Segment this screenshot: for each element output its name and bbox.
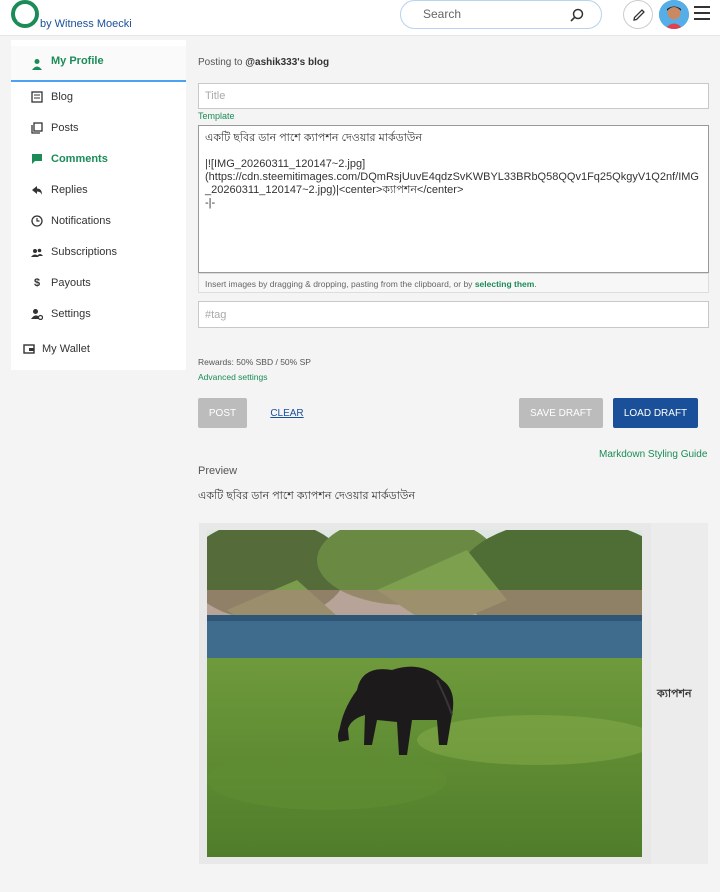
sidebar-item-comments[interactable]: Comments	[11, 144, 186, 174]
sidebar-item-label: Settings	[51, 308, 91, 320]
template-label[interactable]: Template	[198, 111, 235, 121]
sidebar-item-replies[interactable]: Replies	[11, 175, 186, 205]
hamburger-menu-icon[interactable]	[694, 6, 710, 20]
sidebar-item-label: My Profile	[51, 55, 104, 67]
sidebar-item-payouts[interactable]: $ Payouts	[11, 268, 186, 298]
preview-image[interactable]	[207, 530, 642, 857]
posts-icon	[31, 122, 43, 134]
title-input[interactable]	[198, 83, 709, 109]
people-icon	[31, 246, 43, 258]
sidebar-item-blog[interactable]: Blog	[11, 82, 186, 112]
posting-target: @ashik333's blog	[245, 57, 330, 68]
user-avatar[interactable]	[659, 0, 689, 29]
witness-byline[interactable]: by Witness Moecki	[40, 18, 132, 30]
top-header: by Witness Moecki	[0, 0, 720, 36]
preview-heading: একটি ছবির ডান পাশে ক্যাপশন দেওয়ার মার্ক…	[198, 490, 416, 502]
sidebar-item-label: Payouts	[51, 277, 91, 289]
preview-caption-cell: ক্যাপশন	[651, 523, 708, 864]
tags-input[interactable]	[198, 301, 709, 328]
posting-prefix: Posting to	[198, 57, 243, 68]
profile-sidebar: My Profile Blog Posts Comments Replies N…	[11, 40, 186, 370]
sidebar-item-settings[interactable]: Settings	[11, 299, 186, 329]
image-dropzone[interactable]: Insert images by dragging & dropping, pa…	[198, 273, 709, 293]
person-icon	[31, 58, 43, 70]
search-input[interactable]	[423, 7, 563, 21]
reply-icon	[31, 184, 43, 196]
sidebar-item-my-profile[interactable]: My Profile	[11, 46, 186, 82]
comment-icon	[31, 153, 43, 165]
post-body-textarea[interactable]: একটি ছবির ডান পাশে ক্যাপশন দেওয়ার মার্ক…	[198, 125, 709, 273]
sidebar-item-label: Notifications	[51, 215, 111, 227]
sidebar-item-label: Blog	[51, 91, 74, 103]
steemit-logo-icon[interactable]	[10, 0, 40, 30]
preview-table: ক্যাপশন	[199, 523, 708, 864]
preview-label: Preview	[198, 465, 238, 477]
load-draft-button[interactable]: Load Draft	[613, 398, 698, 428]
advanced-settings-link[interactable]: Advanced settings	[198, 372, 267, 382]
clock-icon	[31, 215, 43, 227]
markdown-guide-link[interactable]: Markdown Styling Guide	[599, 449, 707, 460]
preview-caption: ক্যাপশন	[657, 688, 692, 700]
submit-post-button[interactable]	[623, 0, 653, 29]
sidebar-item-my-wallet[interactable]: My Wallet	[11, 334, 186, 364]
rewards-info: Rewards: 50% SBD / 50% SP	[198, 357, 311, 367]
sidebar-item-label: Posts	[51, 122, 79, 134]
post-button[interactable]: Post	[198, 398, 247, 428]
posting-to-line: Posting to @ashik333's blog	[198, 57, 329, 68]
sidebar-item-label: Replies	[51, 184, 88, 196]
search-icon[interactable]	[569, 7, 585, 23]
sidebar-item-notifications[interactable]: Notifications	[11, 206, 186, 236]
save-draft-button[interactable]: Save Draft	[519, 398, 603, 428]
wallet-icon	[23, 343, 35, 355]
search-box[interactable]	[400, 0, 602, 29]
preview-image-cell	[199, 523, 650, 864]
sidebar-item-subscriptions[interactable]: Subscriptions	[11, 237, 186, 267]
sidebar-item-posts[interactable]: Posts	[11, 113, 186, 143]
sidebar-item-label: Subscriptions	[51, 246, 118, 258]
clear-button[interactable]: Clear	[266, 398, 308, 428]
sidebar-item-label: My Wallet	[42, 343, 90, 355]
settings-icon	[31, 308, 44, 321]
select-images-link[interactable]: selecting them	[475, 279, 535, 289]
dropzone-text: Insert images by dragging & dropping, pa…	[205, 279, 473, 289]
sidebar-item-label: Comments	[51, 153, 108, 165]
blog-icon	[31, 91, 43, 103]
dollar-icon: $	[33, 277, 41, 289]
pencil-icon	[633, 9, 645, 21]
